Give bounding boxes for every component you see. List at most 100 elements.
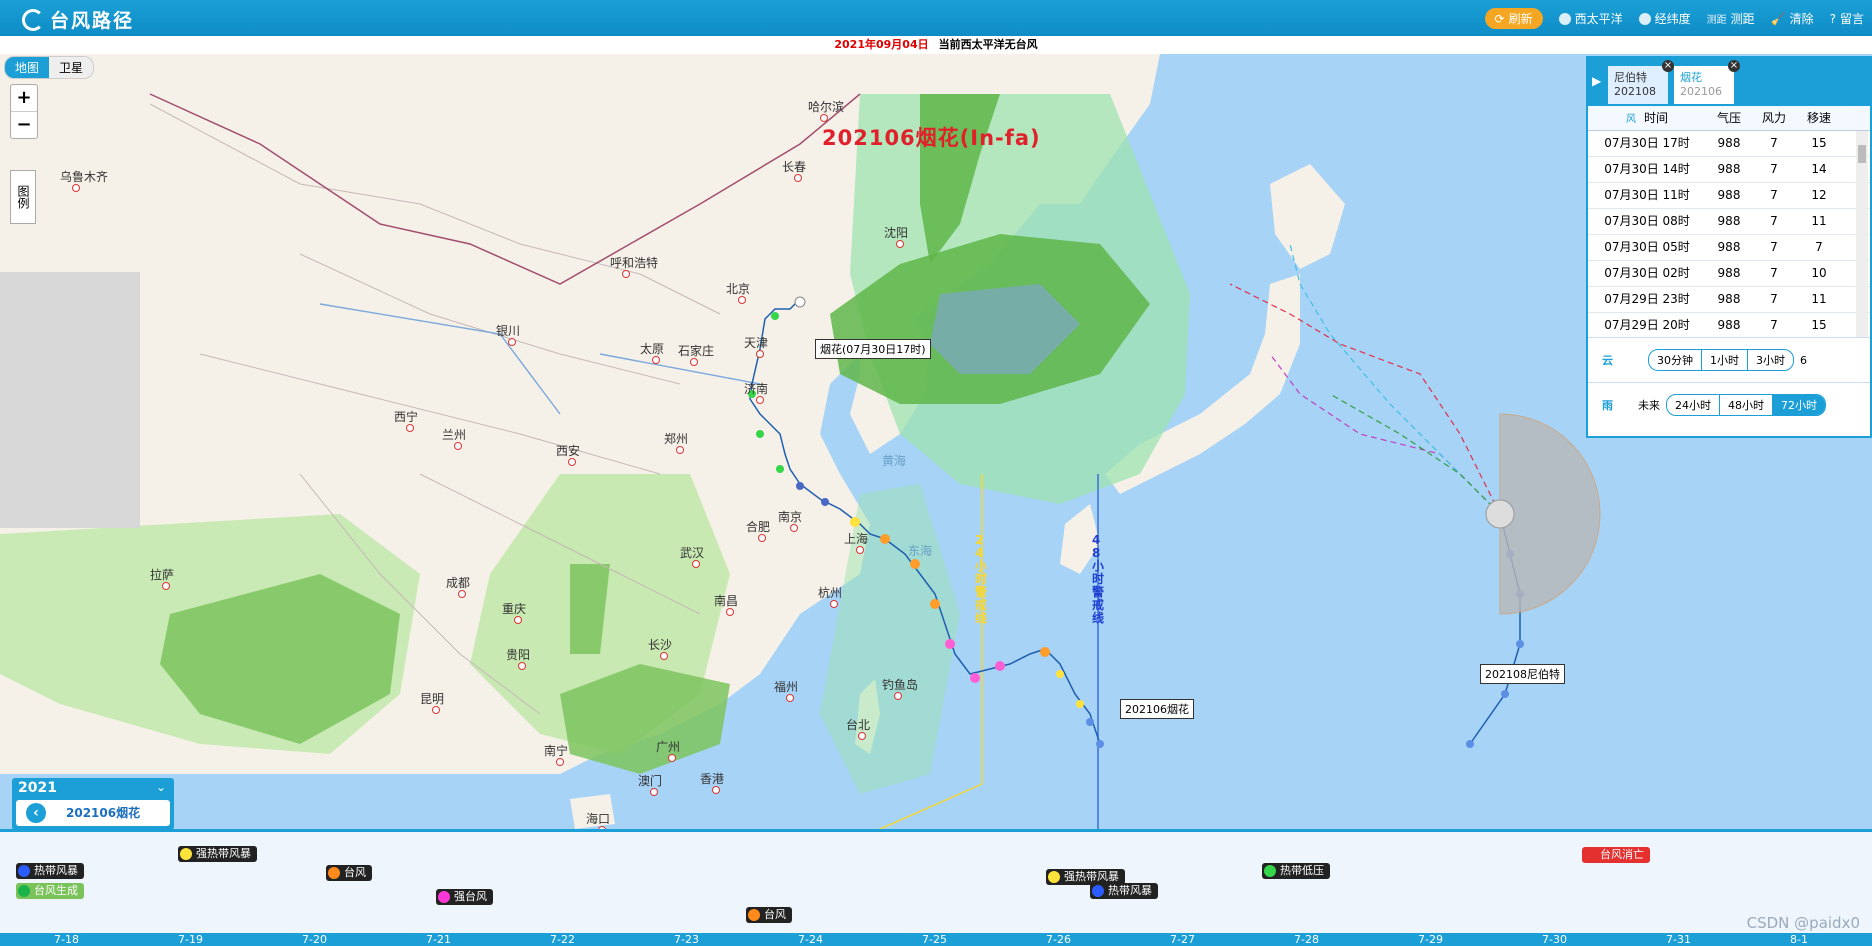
pacific-button[interactable]: 西太平洋 [1558,10,1623,27]
timeline-event[interactable]: 台风 [746,907,792,923]
track-point[interactable] [930,599,940,609]
table-row[interactable]: 07月30日 05时 988 7 7 [1588,235,1870,261]
timeline-event[interactable]: 台风 [326,865,372,881]
tab-infa[interactable]: 烟花 202106 × [1674,60,1740,104]
city-label[interactable]: 郑州 [664,430,688,447]
city-label[interactable]: 天津 [744,334,768,351]
rain-opt-72h[interactable]: 72小时 [1773,395,1825,415]
track-point[interactable] [1096,740,1104,748]
track-point[interactable] [910,559,920,569]
table-row[interactable]: 07月29日 20时 988 7 15 [1588,313,1870,337]
table-row[interactable]: 07月30日 17时 988 7 15 [1588,131,1870,157]
message-button[interactable]: ? 留言 [1830,10,1864,27]
track-point[interactable] [771,312,779,320]
table-row[interactable]: 07月29日 23时 988 7 11 [1588,287,1870,313]
timeline-event[interactable]: 强台风 [436,889,493,905]
table-row[interactable]: 07月30日 02时 988 7 10 [1588,261,1870,287]
tab-close-icon[interactable]: × [1728,60,1740,72]
track-point[interactable] [945,639,955,649]
cloud-opt-3h[interactable]: 3小时 [1748,350,1793,370]
city-label[interactable]: 哈尔滨 [808,98,844,115]
city-label[interactable]: 西宁 [394,408,418,425]
city-label[interactable]: 广州 [656,738,680,755]
track-point[interactable] [1076,700,1084,708]
city-label[interactable]: 福州 [774,678,798,695]
track-point[interactable] [1056,670,1064,678]
table-row[interactable]: 07月30日 08时 988 7 11 [1588,209,1870,235]
map-type-satellite[interactable]: 卫星 [49,57,93,78]
track-point[interactable] [1516,640,1524,648]
zoom-in-button[interactable]: + [11,85,37,111]
infa-current-label[interactable]: 烟花(07月30日17时) [815,339,931,359]
city-label[interactable]: 钓鱼岛 [882,676,918,693]
city-label[interactable]: 太原 [640,340,664,357]
city-label[interactable]: 昆明 [420,690,444,707]
zoom-out-button[interactable]: − [11,111,37,138]
city-label[interactable]: 石家庄 [678,342,714,359]
city-label[interactable]: 杭州 [818,584,842,601]
table-row[interactable]: 07月30日 11时 988 7 12 [1588,183,1870,209]
city-label[interactable]: 贵阳 [506,646,530,663]
track-point[interactable] [1040,647,1050,657]
city-label[interactable]: 南宁 [544,742,568,759]
timeline-event[interactable]: 台风生成 [16,883,84,899]
cloud-more[interactable]: 6 [1800,354,1807,367]
year-value[interactable]: 2021 [12,778,174,798]
latlon-button[interactable]: 经纬度 [1638,10,1691,27]
city-label[interactable]: 上海 [844,530,868,547]
track-point[interactable] [970,673,980,683]
table-scrollbar[interactable] [1856,131,1868,337]
year-dropdown-icon[interactable]: ⌄ [156,780,166,794]
track-table[interactable]: 07月30日 17时 988 7 15 07月30日 14时 988 7 14 07月30日 1… [1588,131,1870,337]
city-label[interactable]: 乌鲁木齐 [60,168,108,185]
rain-opt-24h[interactable]: 24小时 [1667,395,1720,415]
city-label[interactable]: 海口 [586,810,610,827]
nepartak-typhoon-icon[interactable] [1485,499,1515,529]
selected-typhoon[interactable]: ‹ 202106烟花 [16,800,170,826]
timeline-event[interactable]: 热带风暴 [16,863,84,879]
legend-button[interactable]: 图例 [10,170,36,224]
clear-button[interactable]: 🧹 清除 [1771,10,1814,27]
refresh-button[interactable]: ⟳ 刷新 [1484,8,1543,29]
typhoon-current-icon[interactable] [794,296,806,308]
track-point[interactable] [1466,740,1474,748]
city-label[interactable]: 南昌 [714,592,738,609]
track-point[interactable] [880,534,890,544]
map-type-map[interactable]: 地图 [5,57,50,78]
timeline-event[interactable]: 热带风暴 [1090,883,1158,899]
track-point[interactable] [796,482,804,490]
city-label[interactable]: 长春 [782,158,806,175]
table-row[interactable]: 07月30日 14时 988 7 14 [1588,157,1870,183]
city-label[interactable]: 武汉 [680,544,704,561]
city-label[interactable]: 长沙 [648,636,672,653]
city-label[interactable]: 台北 [846,716,870,733]
city-label[interactable]: 香港 [700,770,724,787]
track-point[interactable] [850,517,860,527]
city-label[interactable]: 重庆 [502,600,526,617]
tab-close-icon[interactable]: × [1662,60,1674,72]
tab-nepartak[interactable]: 尼伯特 202108 × [1608,60,1674,104]
timeline[interactable]: 热带风暴 台风生成 强热带风暴 台风 强台风 台风 强热带风暴 热带风暴 热带低压 台风消亡 [0,829,1872,936]
city-label[interactable]: 澳门 [638,772,662,789]
city-label[interactable]: 兰州 [442,426,466,443]
city-label[interactable]: 沈阳 [884,224,908,241]
timeline-event[interactable]: 强热带风暴 [178,846,257,862]
track-point[interactable] [776,465,784,473]
track-point[interactable] [1501,690,1509,698]
nepartak-end-label[interactable]: 202108尼伯特 [1480,664,1565,684]
timeline-event[interactable]: 热带低压 [1262,863,1330,879]
city-label[interactable]: 成都 [446,574,470,591]
city-label[interactable]: 南京 [778,508,802,525]
city-label[interactable]: 西安 [556,442,580,459]
measure-button[interactable]: 测距 测距 [1707,10,1755,27]
back-arrow-icon[interactable]: ‹ [26,803,46,823]
city-label[interactable]: 拉萨 [150,566,174,583]
city-label[interactable]: 济南 [744,380,768,397]
track-point[interactable] [756,430,764,438]
cloud-opt-1h[interactable]: 1小时 [1702,350,1748,370]
cloud-opt-30min[interactable]: 30分钟 [1649,350,1702,370]
track-point[interactable] [995,661,1005,671]
city-label[interactable]: 合肥 [746,518,770,535]
timeline-event[interactable]: 台风消亡 [1582,847,1650,863]
city-label[interactable]: 北京 [726,280,750,297]
